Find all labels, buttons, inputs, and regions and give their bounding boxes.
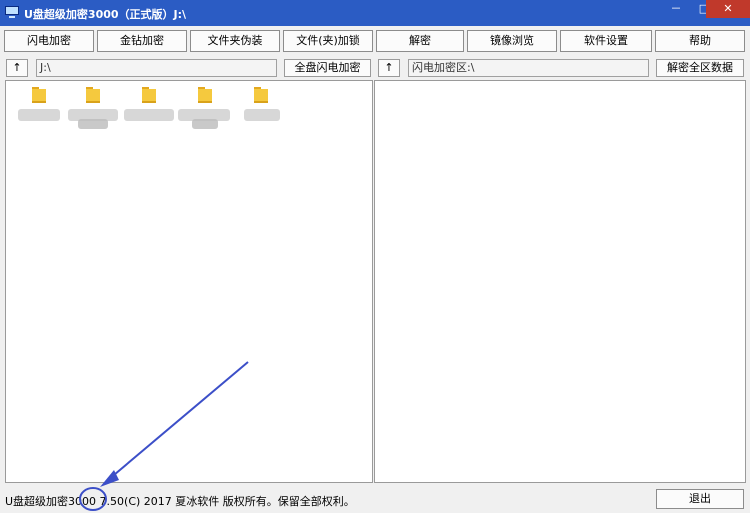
folder-icon [86, 87, 100, 105]
encrypt-all-button[interactable]: 全盘闪电加密 [284, 59, 371, 77]
file-item[interactable] [12, 85, 66, 131]
blurred-filename [18, 109, 60, 121]
help-button[interactable]: 帮助 [655, 30, 745, 52]
folder-disguise-button[interactable]: 文件夹伪装 [190, 30, 280, 52]
image-browse-button[interactable]: 镜像浏览 [467, 30, 557, 52]
blurred-filename [124, 109, 174, 121]
status-text: U盘超级加密3000 7.50(C) 2017 夏冰软件 版权所有。保留全部权利… [5, 495, 355, 508]
close-button[interactable]: ✕ [706, 0, 750, 18]
blurred-filename [78, 119, 108, 129]
title-bar[interactable]: U盘超级加密3000（正式版）J:\ － □ ✕ [0, 0, 750, 26]
right-up-button[interactable]: ↑ [378, 59, 400, 77]
file-lock-button[interactable]: 文件(夹)加锁 [283, 30, 373, 52]
decrypt-all-button[interactable]: 解密全区数据 [656, 59, 744, 77]
decrypt-button[interactable]: 解密 [376, 30, 464, 52]
main-window: U盘超级加密3000（正式版）J:\ － □ ✕ 闪电加密 金钻加密 文件夹伪装… [0, 0, 750, 513]
window-title: U盘超级加密3000（正式版）J:\ [24, 8, 187, 21]
diamond-encrypt-button[interactable]: 金钻加密 [97, 30, 187, 52]
exit-button[interactable]: 退出 [656, 489, 744, 509]
folder-icon [142, 87, 156, 105]
file-item[interactable] [122, 85, 176, 131]
app-monitor-icon [5, 6, 19, 19]
settings-button[interactable]: 软件设置 [560, 30, 652, 52]
flash-encrypt-button[interactable]: 闪电加密 [4, 30, 94, 52]
minimize-button[interactable]: － [662, 0, 690, 18]
blurred-filename [244, 109, 280, 121]
folder-icon [32, 87, 46, 105]
folder-icon [198, 87, 212, 105]
file-item[interactable] [234, 85, 288, 131]
left-up-button[interactable]: ↑ [6, 59, 28, 77]
left-path-field[interactable]: J:\ [36, 59, 277, 77]
right-encrypted-pane[interactable] [374, 80, 746, 483]
file-item[interactable] [66, 85, 120, 131]
right-path-field[interactable]: 闪电加密区:\ [408, 59, 649, 77]
left-file-pane[interactable] [5, 80, 373, 483]
folder-icon [254, 87, 268, 105]
blurred-filename [192, 119, 218, 129]
file-item[interactable] [178, 85, 232, 131]
